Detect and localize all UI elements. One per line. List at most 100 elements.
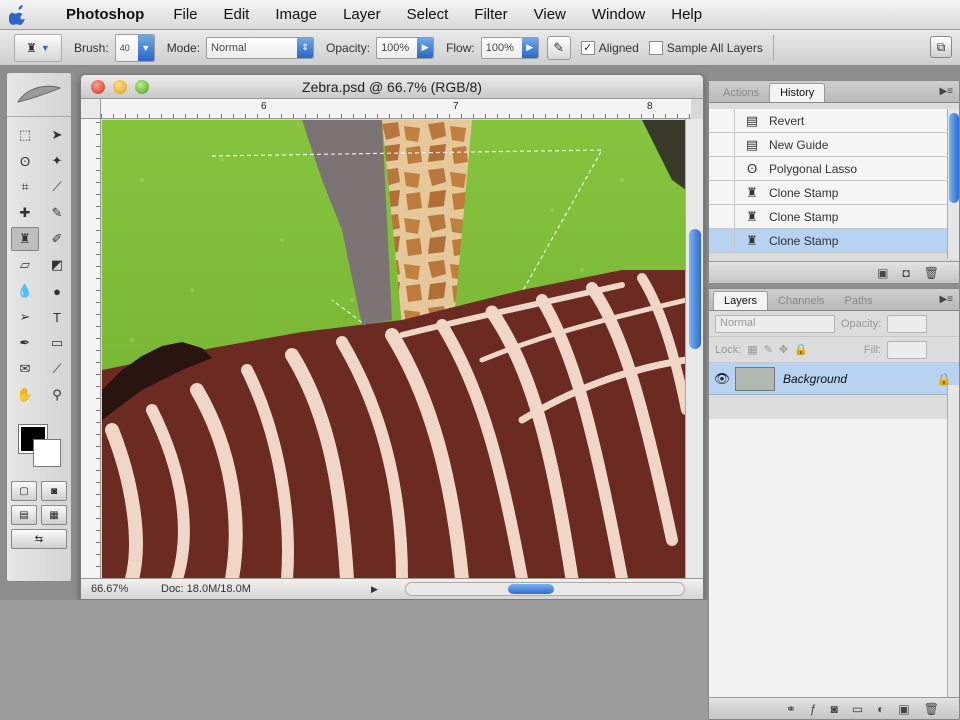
menu-view[interactable]: View — [521, 0, 579, 30]
tab-paths[interactable]: Paths — [835, 292, 883, 310]
pen-tool-icon[interactable]: ✒ — [11, 331, 39, 355]
history-brush-source-box[interactable] — [709, 132, 735, 157]
history-brush-source-box[interactable] — [709, 156, 735, 181]
gradient-tool-icon[interactable]: ◩ — [43, 253, 71, 277]
background-color-swatch[interactable] — [33, 439, 61, 467]
history-brush-source-box[interactable] — [709, 180, 735, 205]
panel-menu-icon[interactable]: ▶≡ — [939, 86, 953, 97]
history-scroll-thumb[interactable] — [949, 113, 959, 203]
jump-to-imageready-button[interactable]: ⇆ — [11, 529, 67, 549]
standard-mode-button[interactable]: ▢ — [11, 481, 37, 501]
fullscreen-mode-button[interactable]: ▦ — [41, 505, 67, 525]
blur-tool-icon[interactable]: 💧 — [11, 279, 39, 303]
layer-row-background[interactable]: 👁 Background 🔒 — [709, 363, 959, 395]
zoom-field[interactable]: 66.67% — [81, 583, 151, 595]
apple-menu-icon[interactable] — [0, 0, 36, 30]
lasso-tool-icon[interactable]: ʘ — [11, 149, 39, 173]
mode-select[interactable]: Normal ⇕ — [206, 36, 315, 59]
lock-all-icon[interactable]: 🔒 — [794, 343, 808, 356]
layer-style-icon[interactable]: ƒ — [810, 702, 817, 716]
lock-transparency-icon[interactable]: ▦ — [747, 343, 757, 356]
tab-channels[interactable]: Channels — [768, 292, 834, 310]
panel-menu-icon[interactable]: ▶≡ — [939, 294, 953, 305]
minimize-button[interactable] — [113, 80, 127, 94]
tab-history[interactable]: History — [769, 83, 826, 102]
zoom-button[interactable] — [135, 80, 149, 94]
history-brush-source-box[interactable] — [709, 108, 735, 133]
menu-app-name[interactable]: Photoshop — [36, 0, 160, 30]
history-item[interactable]: ♜ Clone Stamp — [709, 204, 949, 229]
layer-fill-field[interactable] — [886, 340, 927, 359]
layer-opacity-field[interactable] — [887, 314, 928, 333]
move-tool-icon[interactable]: ➤ — [43, 123, 71, 147]
menu-file[interactable]: File — [160, 0, 210, 30]
palette-well-icon[interactable]: ⧉ — [930, 36, 952, 58]
menu-help[interactable]: Help — [658, 0, 715, 30]
link-layers-icon[interactable]: ⚭ — [786, 702, 796, 716]
new-document-from-state-icon[interactable]: ▣ — [877, 266, 888, 280]
menu-layer[interactable]: Layer — [330, 0, 394, 30]
aligned-checkbox[interactable]: ✓ — [580, 40, 595, 55]
crop-tool-icon[interactable]: ⌗ — [11, 175, 39, 199]
tab-actions[interactable]: Actions — [713, 84, 769, 102]
notes-tool-icon[interactable]: ✉ — [11, 357, 39, 381]
menu-image[interactable]: Image — [262, 0, 330, 30]
brush-tool-icon[interactable]: ✎ — [43, 201, 71, 225]
history-item[interactable]: ▤ Revert — [709, 108, 949, 133]
tool-preset-picker[interactable]: ♜ ▼ — [14, 33, 62, 62]
eyedropper-tool-icon[interactable]: ⟋ — [43, 357, 71, 381]
screen-mode-button[interactable]: ▤ — [11, 505, 37, 525]
menu-filter[interactable]: Filter — [461, 0, 520, 30]
blend-mode-select[interactable]: Normal — [715, 314, 835, 333]
dodge-tool-icon[interactable]: ● — [43, 279, 71, 303]
menu-select[interactable]: Select — [394, 0, 462, 30]
vertical-ruler[interactable] — [81, 119, 101, 579]
trash-icon[interactable]: 🗑 — [924, 702, 939, 716]
zoom-tool-icon[interactable]: ⚲ — [43, 383, 71, 407]
quick-mask-button[interactable]: ◙ — [41, 481, 67, 501]
horizontal-scrollbar[interactable] — [405, 582, 685, 596]
eraser-tool-icon[interactable]: ▱ — [11, 253, 39, 277]
history-item[interactable]: ʘ Polygonal Lasso — [709, 156, 949, 181]
history-brush-source-box[interactable] — [709, 204, 735, 229]
history-item[interactable]: ♜ Clone Stamp — [709, 180, 949, 205]
shape-tool-icon[interactable]: ▭ — [43, 331, 71, 355]
history-item[interactable]: ▤ New Guide — [709, 132, 949, 157]
photoshop-feather-icon[interactable] — [7, 73, 71, 117]
marquee-tool-icon[interactable]: ⬚ — [11, 123, 39, 147]
horizontal-scroll-thumb[interactable] — [508, 584, 554, 594]
adjustment-layer-icon[interactable]: ◐ — [877, 702, 884, 716]
history-scrollbar[interactable] — [947, 109, 959, 259]
ruler-origin[interactable] — [81, 99, 101, 119]
vertical-scrollbar[interactable] — [685, 119, 703, 579]
lock-pixels-icon[interactable]: ✎ — [764, 343, 773, 356]
opacity-field[interactable]: 100% ▶ — [376, 36, 435, 59]
vertical-scroll-thumb[interactable] — [689, 229, 701, 349]
history-brush-source-box[interactable] — [709, 228, 735, 253]
camera-snapshot-icon[interactable]: ◘ — [903, 266, 910, 280]
document-info[interactable]: Doc: 18.0M/18.0M — [151, 583, 371, 595]
airbrush-icon[interactable]: ✎ — [546, 35, 571, 60]
sample-all-layers-checkbox[interactable] — [648, 40, 663, 55]
brush-picker[interactable]: 40 ▼ — [114, 33, 155, 62]
magic-wand-tool-icon[interactable]: ✦ — [43, 149, 71, 173]
close-button[interactable] — [91, 80, 105, 94]
path-selection-tool-icon[interactable]: ➢ — [11, 305, 39, 329]
new-layer-icon[interactable]: ▣ — [898, 702, 909, 716]
chevron-right-icon[interactable]: ▶ — [371, 584, 378, 595]
history-brush-tool-icon[interactable]: ✐ — [43, 227, 71, 251]
healing-brush-tool-icon[interactable]: ✚ — [11, 201, 39, 225]
slice-tool-icon[interactable]: ⟋ — [43, 175, 71, 199]
clone-stamp-tool-icon[interactable]: ♜ — [11, 227, 39, 251]
new-group-icon[interactable]: ▭ — [852, 702, 863, 716]
tab-layers[interactable]: Layers — [713, 291, 769, 310]
history-item-selected[interactable]: ♜ Clone Stamp — [709, 228, 949, 253]
trash-icon[interactable]: 🗑 — [924, 266, 939, 280]
flow-field[interactable]: 100% ▶ — [480, 36, 539, 59]
eye-visibility-icon[interactable]: 👁 — [709, 371, 735, 387]
horizontal-ruler[interactable]: 6 7 8 — [101, 99, 691, 119]
hand-tool-icon[interactable]: ✋ — [11, 383, 39, 407]
menu-window[interactable]: Window — [579, 0, 658, 30]
type-tool-icon[interactable]: T — [43, 305, 71, 329]
layers-scrollbar[interactable] — [947, 385, 959, 697]
